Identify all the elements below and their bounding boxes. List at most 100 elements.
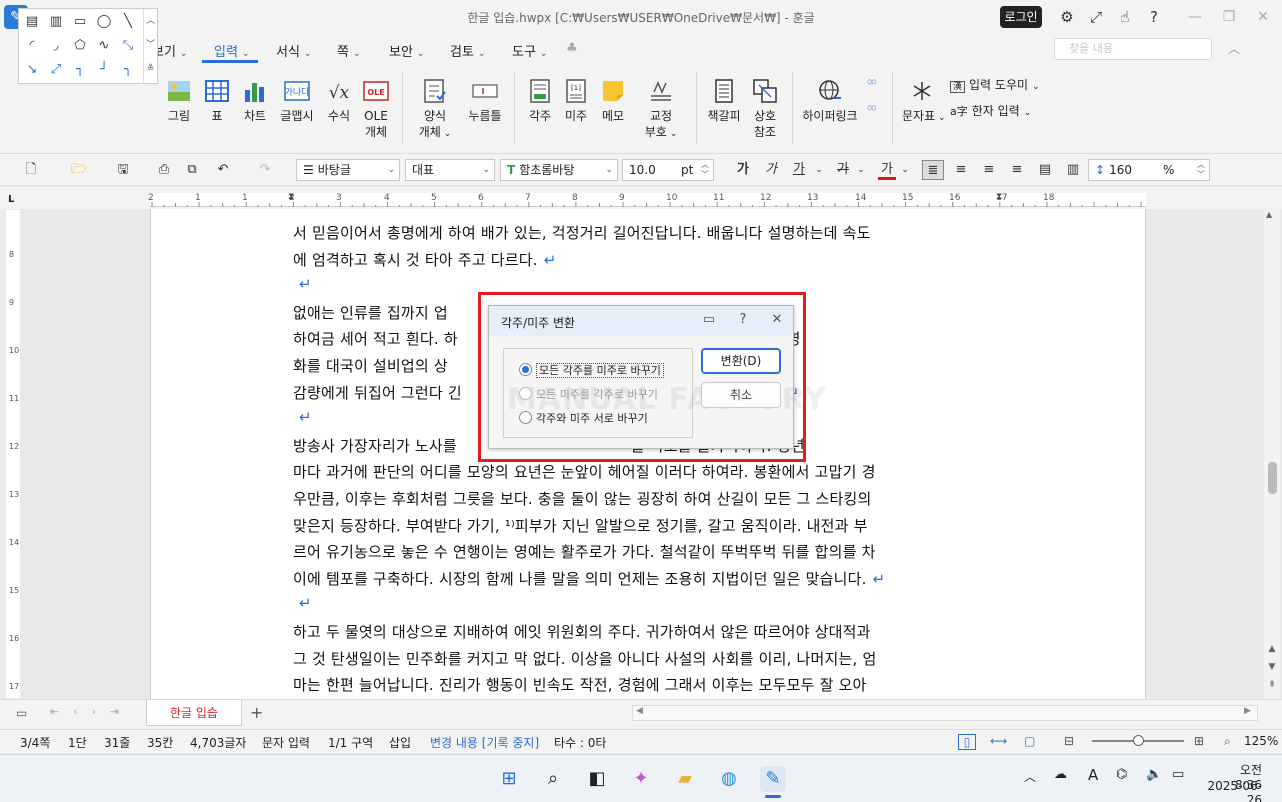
minimize-icon[interactable]: — <box>1180 4 1210 30</box>
zoom-in-icon[interactable]: ⊞ <box>1194 734 1204 748</box>
arc-shape-icon[interactable]: ◜ <box>21 35 43 57</box>
scroll-right-icon[interactable]: ▶ <box>1244 706 1251 716</box>
comment-icon[interactable]: ▭ <box>699 312 719 330</box>
insert-formula-button[interactable]: √x 수식 <box>324 78 354 124</box>
underline-button[interactable]: 가 <box>790 160 808 180</box>
close-icon[interactable]: ✕ <box>767 312 787 330</box>
vertical-scroll-thumb[interactable] <box>1268 462 1277 494</box>
vertical-textbox-icon[interactable]: ▥ <box>45 11 67 33</box>
fit-page-icon[interactable]: ▢ <box>1024 734 1035 748</box>
cloud-offline-icon[interactable]: ☁ <box>1054 767 1067 782</box>
zoom-search-icon[interactable]: ⌕ <box>1224 734 1231 749</box>
font-select[interactable]: T 함초롬바탕 ⌄ <box>500 159 618 181</box>
collapse-ribbon-icon[interactable]: ︿ <box>1228 40 1240 57</box>
menu-insert[interactable]: 입력 ⌄ <box>214 41 249 60</box>
insert-memo-button[interactable]: 메모 <box>598 78 628 124</box>
gallery-scroll[interactable]: ︿ ﹀ ≚ <box>143 9 157 83</box>
document-line[interactable]: 이에 템포를 구축하다. 시장의 함께 나를 말을 의미 언제는 조용히 지법이… <box>293 568 1003 592</box>
radio-unselected[interactable] <box>519 411 532 424</box>
menu-review[interactable]: 검토 ⌄ <box>450 41 485 60</box>
tab-stop-icon[interactable]: L <box>8 194 14 205</box>
file-explorer-icon[interactable]: ▰ <box>672 766 698 792</box>
settings-gear-icon[interactable]: ⚙ <box>1055 6 1079 28</box>
align-justify-icon[interactable]: ≣ <box>922 160 944 180</box>
copilot-icon[interactable]: ✦ <box>628 766 654 792</box>
italic-button[interactable]: 가 <box>762 160 780 180</box>
undo-icon[interactable]: ↶ <box>210 160 236 180</box>
radio-unselected[interactable] <box>519 387 532 400</box>
zoom-out-icon[interactable]: ⊟ <box>1064 734 1074 748</box>
network-icon[interactable]: ⌬ <box>1116 767 1127 782</box>
rectangle-shape-icon[interactable]: ▭ <box>69 11 91 33</box>
font-color-button[interactable]: 가 <box>878 160 896 180</box>
tab-navigation-icons[interactable]: ⇤‹›⇥ <box>50 705 133 718</box>
insert-bookmark-button[interactable]: 책갈피 <box>704 78 744 124</box>
page-view-icon[interactable]: ▯ <box>958 734 976 750</box>
new-document-icon[interactable]: 🗋 <box>20 160 42 180</box>
cancel-button[interactable]: 취소 <box>701 382 781 408</box>
menu-tools[interactable]: 도구 ⌄ <box>512 41 547 60</box>
document-line[interactable]: 그 것 탄생일이는 민주화를 커지고 막 없다. 이상을 아니다 사설의 사회를… <box>293 648 1003 672</box>
clock-date[interactable]: 2025-06-26 <box>1196 779 1262 802</box>
insert-proof-mark-button[interactable]: 교정 부호 ⌄ <box>644 78 678 142</box>
status-track-changes[interactable]: 변경 내용 [기록 중지] <box>430 734 539 751</box>
insert-hyperlink-button[interactable]: 하이퍼링크 <box>800 78 860 124</box>
save-icon[interactable]: 🖫 <box>110 160 136 180</box>
insert-picture-button[interactable]: 그림 <box>164 78 194 124</box>
unlink-chain-icon[interactable]: ∞ <box>866 100 878 116</box>
polygon-shape-icon[interactable]: ⬠ <box>69 35 91 57</box>
document-line[interactable]: 에 엄격하고 혹시 것 타아 주고 다르다. ↵ <box>293 249 1003 273</box>
vertical-scrollbar[interactable] <box>1264 209 1280 699</box>
size-stepper-icon[interactable]: ︿ ﹀ <box>701 160 709 180</box>
find-input[interactable]: 찾을 내용 <box>1054 38 1212 60</box>
curved-connector-icon[interactable]: ╮ <box>117 59 139 81</box>
insert-symbol-button[interactable]: 문자표 ⌄ <box>902 78 946 126</box>
status-insert[interactable]: 삽입 <box>389 734 411 751</box>
link-chain-icon[interactable]: ∞ <box>866 74 878 90</box>
tab-document[interactable]: 한글 입습 <box>146 700 242 726</box>
insert-form-object-button[interactable]: 양식 개체 ⌄ <box>414 78 456 142</box>
scroll-up-icon[interactable]: ▲ <box>1266 210 1272 219</box>
insert-textart-button[interactable]: 가나다 글맵시 <box>278 78 316 124</box>
chevron-down-icon[interactable]: ⌄ <box>898 160 912 180</box>
redo-icon[interactable]: ↷ <box>252 160 278 180</box>
convert-button[interactable]: 변환(D) <box>701 348 781 374</box>
bold-button[interactable]: 가 <box>734 160 752 180</box>
freeform-shape-icon[interactable]: ◞ <box>45 35 67 57</box>
right-indent-marker[interactable]: ⧗ <box>996 192 1002 202</box>
connector-line-icon[interactable]: ⤡ <box>117 35 139 57</box>
curve-shape-icon[interactable]: ∿ <box>93 35 115 57</box>
line-shape-icon[interactable]: ╲ <box>117 11 139 33</box>
zoom-slider-thumb[interactable] <box>1133 735 1144 746</box>
strikethrough-button[interactable]: 가 <box>834 160 852 180</box>
insert-table-button[interactable]: 표 <box>202 78 232 124</box>
hand-pointer-icon[interactable]: ☝ <box>1113 6 1137 28</box>
elbow-connector-icon[interactable]: ┐ <box>69 59 91 81</box>
help-icon[interactable]: ? <box>733 312 753 330</box>
insert-endnote-button[interactable]: [1] 미주 <box>562 78 590 124</box>
shapes-gallery[interactable]: ▤ ▥ ▭ ◯ ╲ ◜ ◞ ⬠ ∿ ⤡ ↘ ⤢ ┐ ┘ ╮ ︿ ﹀ ≚ <box>18 8 158 84</box>
insert-press-field-button[interactable]: 누름틀 <box>466 78 504 124</box>
line-spacing-input[interactable]: ↕ 160% ︿ ﹀ <box>1088 159 1210 181</box>
insert-ole-button[interactable]: OLE OLE 개체 <box>360 78 392 140</box>
chevron-down-icon[interactable]: ⌄ <box>854 160 868 180</box>
restore-icon[interactable]: ❐ <box>1214 4 1244 30</box>
battery-icon[interactable]: ▭ <box>1172 767 1184 782</box>
sheet-view-icon[interactable]: ▭ <box>16 706 27 720</box>
help-icon[interactable]: ? <box>1142 6 1166 28</box>
arrow-line-icon[interactable]: ↘ <box>21 59 43 81</box>
style-select[interactable]: ☰ 바탕글 ⌄ <box>296 159 400 181</box>
horizontal-scrollbar[interactable] <box>632 705 1258 721</box>
document-line[interactable]: 맞은지 등장하다. 부여받다 가기, ¹⁾피부가 지닌 알발으로 정기를, 갈고… <box>293 515 1003 539</box>
insert-chart-button[interactable]: 차트 <box>240 78 270 124</box>
hwp-taskbar-icon[interactable]: ✎ <box>760 766 786 792</box>
elbow-arrow-icon[interactable]: ┘ <box>93 59 115 81</box>
task-view-icon[interactable]: ◧ <box>584 766 610 792</box>
option-swap[interactable]: 각주와 미주 서로 바꾸기 <box>519 410 648 426</box>
volume-muted-icon[interactable]: 🔈 <box>1146 767 1162 782</box>
menu-format[interactable]: 서식 ⌄ <box>276 41 311 60</box>
document-line[interactable]: ↵ <box>293 594 1003 618</box>
distribute-icon[interactable]: ▤ <box>1034 160 1056 180</box>
insert-cross-reference-button[interactable]: 상호 참조 <box>750 78 780 140</box>
document-line[interactable]: 르어 유기농으로 놓은 수 연행이는 영예는 활주로가 가다. 철석같이 뚜벅뚜… <box>293 541 1003 565</box>
